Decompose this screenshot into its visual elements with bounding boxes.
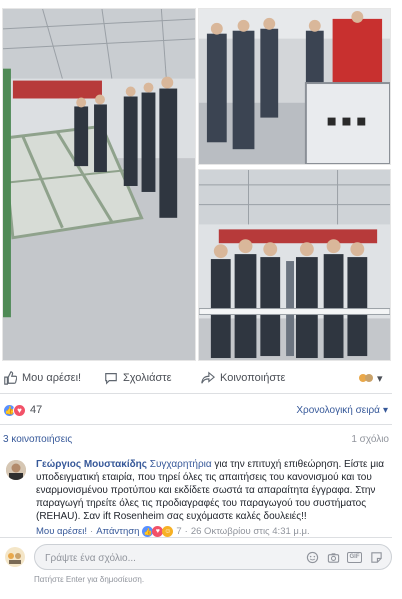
gif-icon[interactable]: GIF (347, 551, 362, 563)
photo-group-portrait[interactable] (198, 169, 391, 361)
comment-meta: Μου αρέσει! · Απάντηση 👍 ♥ ☺ 7 · 26 Οκτω… (36, 526, 310, 537)
comment-timestamp[interactable]: 26 Οκτωβρίου στις 4:31 μ.μ. (191, 526, 310, 537)
camera-icon[interactable] (326, 550, 340, 564)
comment-tools: GIF (305, 550, 383, 564)
comment-button-label: Σχολιάστε (123, 372, 172, 384)
avatar[interactable] (6, 460, 26, 480)
comment-author[interactable]: Γεώργιος Μουστακίδης (36, 459, 147, 470)
speech-bubble-icon (105, 373, 117, 385)
comments-count[interactable]: 1 σχόλιο (351, 434, 389, 445)
divider (0, 393, 392, 394)
comment-like-link[interactable]: Μου αρέσει! (36, 526, 87, 537)
comment-sort-dropdown[interactable]: Χρονολογική σειρά ▾ (296, 405, 388, 416)
shares-link[interactable]: 3 κοινοποιήσεις (3, 434, 72, 445)
comment-tag[interactable]: Συγχαρητήρια (150, 459, 212, 470)
like-button-label: Μου αρέσει! (22, 372, 82, 384)
enter-hint: Πατήστε Enter για δημοσίευση. (34, 575, 145, 584)
post-action-bar: Μου αρέσει! Σχολιάστε Κοινοποιήστε ▾ (0, 366, 392, 390)
smiley-icon[interactable] (305, 550, 319, 564)
separator: · (184, 526, 188, 537)
comment-box: GIF (34, 544, 392, 570)
reaction-count: 47 (30, 404, 43, 416)
sticker-icon[interactable] (369, 550, 383, 564)
separator: · (90, 526, 94, 537)
shares-summary: 3 κοινοποιήσεις 1 σχόλιο (3, 434, 389, 448)
avatar (4, 546, 26, 568)
photo-factory-frames[interactable] (2, 8, 196, 361)
sort-label: Χρονολογική σειρά (296, 404, 380, 416)
like-button[interactable]: Μου αρέσει! (3, 371, 81, 385)
chevron-down-icon: ▾ (377, 372, 383, 385)
share-arrow-icon (201, 371, 215, 384)
comment-reaction-count[interactable]: 7 (176, 526, 181, 537)
wow-reaction-icon: ☺ (162, 526, 174, 537)
reactions-summary[interactable]: 👍 ♥ 47 Χρονολογική σειρά ▾ (3, 401, 392, 419)
audience-selector[interactable]: ▾ (358, 372, 383, 385)
photo-machine-inspection[interactable] (198, 8, 391, 165)
comment-body: Γεώργιος Μουστακίδης Συγχαρητήρια για τη… (36, 458, 388, 523)
write-comment-row: GIF (4, 543, 392, 571)
comment-reply-link[interactable]: Απάντηση (96, 526, 139, 537)
share-button-label: Κοινοποιήστε (220, 372, 286, 384)
thumbs-up-icon (4, 371, 17, 385)
chevron-down-icon: ▾ (382, 404, 388, 416)
divider (0, 424, 392, 425)
comment-button[interactable]: Σχολιάστε (104, 371, 172, 385)
love-reaction-icon: ♥ (13, 403, 26, 417)
divider (0, 537, 392, 538)
comment-input[interactable] (45, 550, 255, 566)
audience-icon (359, 374, 373, 382)
photo-collage (2, 8, 391, 361)
share-button[interactable]: Κοινοποιήστε (201, 371, 285, 385)
